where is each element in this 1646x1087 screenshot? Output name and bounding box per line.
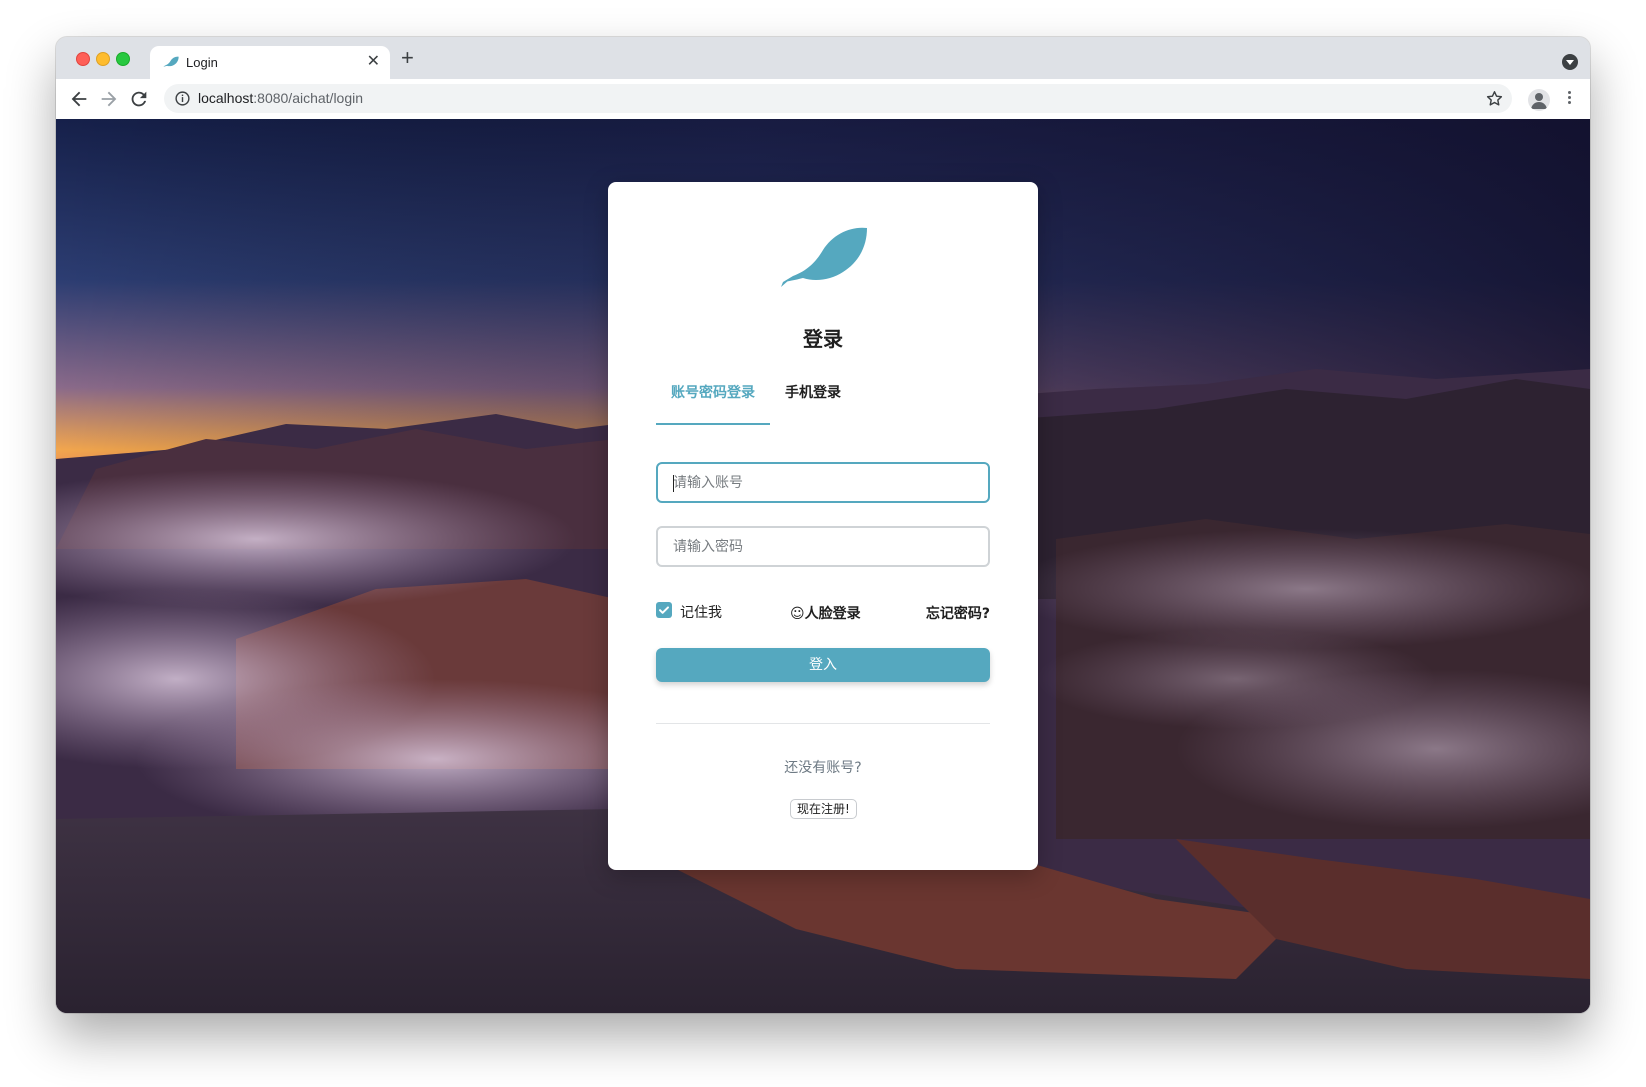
text-caret xyxy=(673,475,674,492)
login-submit-button[interactable]: 登入 xyxy=(656,648,990,682)
close-window-button[interactable] xyxy=(76,52,90,66)
reload-icon[interactable] xyxy=(128,88,150,110)
tab-phone-login[interactable]: 手机登录 xyxy=(785,382,841,402)
new-tab-button[interactable]: + xyxy=(401,47,414,69)
whale-logo-icon xyxy=(781,227,867,287)
checkbox-checked-icon[interactable] xyxy=(656,602,672,618)
password-input[interactable] xyxy=(658,528,988,565)
browser-window: Login ✕ + localhost:8080/aichat/login 登录… xyxy=(56,37,1590,1013)
tab-title: Login xyxy=(186,55,218,70)
address-bar[interactable]: localhost:8080/aichat/login xyxy=(164,84,1512,113)
no-account-text: 还没有账号? xyxy=(784,760,862,776)
active-tab-indicator xyxy=(656,423,770,425)
forgot-password-link[interactable]: 忘记密码? xyxy=(926,603,990,623)
login-options: 记住我 ☺人脸登录 忘记密码? xyxy=(656,602,990,624)
url-host: localhost xyxy=(198,90,254,106)
profile-icon[interactable] xyxy=(1528,89,1550,111)
maximize-window-button[interactable] xyxy=(116,52,130,66)
divider xyxy=(656,723,990,724)
info-icon[interactable] xyxy=(174,90,191,107)
tab-account-login[interactable]: 账号密码登录 xyxy=(671,382,755,402)
url-path: :8080/aichat/login xyxy=(253,90,364,106)
kebab-menu-icon[interactable] xyxy=(1566,89,1572,109)
tab-search-dropdown-icon[interactable] xyxy=(1562,54,1578,70)
register-now-button[interactable]: 现在注册! xyxy=(790,799,857,819)
whale-favicon-icon xyxy=(163,56,179,67)
face-login-link[interactable]: ☺人脸登录 xyxy=(790,603,861,623)
password-field[interactable] xyxy=(656,526,990,567)
login-title: 登录 xyxy=(803,327,843,351)
bookmark-star-icon[interactable] xyxy=(1485,89,1504,108)
tab-strip: Login ✕ + xyxy=(56,37,1590,79)
browser-toolbar: localhost:8080/aichat/login xyxy=(56,79,1590,120)
page-viewport: 登录 账号密码登录 手机登录 记住我 ☺人脸登录 xyxy=(56,119,1590,1013)
browser-tab-login[interactable]: Login ✕ xyxy=(150,46,390,79)
minimize-window-button[interactable] xyxy=(96,52,110,66)
remember-me-label: 记住我 xyxy=(680,605,722,621)
forward-arrow-icon[interactable] xyxy=(98,88,120,110)
login-card: 登录 账号密码登录 手机登录 记住我 ☺人脸登录 xyxy=(608,182,1038,870)
url-text[interactable]: localhost:8080/aichat/login xyxy=(198,90,363,106)
account-field[interactable] xyxy=(656,462,990,503)
account-input[interactable] xyxy=(658,464,988,501)
back-arrow-icon[interactable] xyxy=(68,88,90,110)
tab-close-icon[interactable]: ✕ xyxy=(367,52,380,72)
login-tabs: 账号密码登录 手机登录 xyxy=(656,382,990,426)
